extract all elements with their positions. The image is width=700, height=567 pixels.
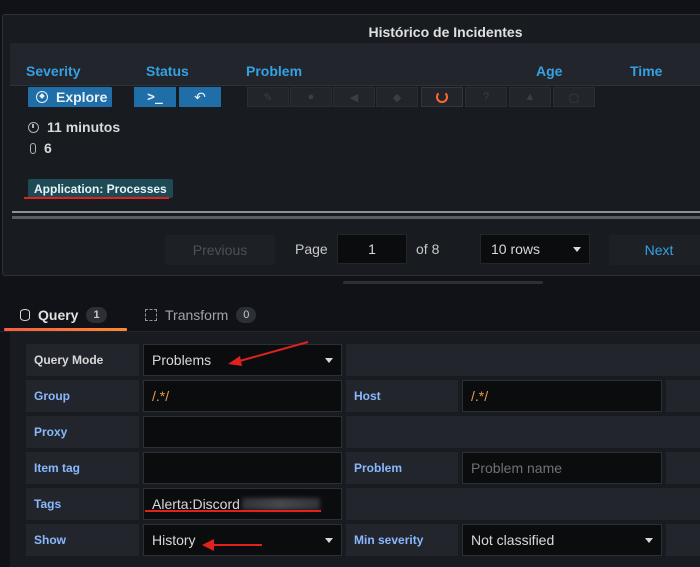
min-severity-value: Not classified [471, 532, 555, 548]
item-tag-input[interactable] [143, 452, 342, 484]
table-header: Severity Status Problem Age Time [10, 43, 700, 86]
row-filler [346, 344, 700, 376]
horizontal-scrollbar-thumb[interactable] [12, 216, 700, 219]
explore-button[interactable]: Explore [28, 87, 112, 107]
annotation-underline [145, 510, 321, 512]
wrench-icon: ✎ [263, 91, 273, 104]
page-count: of 8 [416, 241, 440, 257]
page-input[interactable]: 1 [337, 234, 407, 264]
panel-title: Histórico de Incidentes [368, 24, 523, 40]
globe-icon: ● [307, 91, 315, 103]
image-button[interactable]: ▢ [553, 87, 595, 107]
explore-label: Explore [56, 89, 108, 105]
proxy-input[interactable] [143, 416, 342, 448]
redacted-text [241, 498, 320, 510]
group-input[interactable]: /.*/ [143, 380, 342, 412]
problem-input[interactable]: Problem name [462, 452, 662, 484]
row-filler [346, 488, 700, 520]
min-severity-select[interactable]: Not classified [462, 524, 662, 556]
page-label: Page [295, 241, 328, 257]
min-severity-label: Min severity [346, 524, 458, 556]
tag-icon: ◆ [392, 91, 402, 104]
column-problem[interactable]: Problem [246, 63, 302, 79]
image-icon: ▢ [568, 91, 580, 104]
age-meta: 11 minutos [28, 119, 120, 135]
paperclip-icon [30, 142, 36, 154]
problem-placeholder: Problem name [471, 460, 563, 476]
chevron-down-icon [573, 246, 581, 252]
tab-transform-label: Transform [165, 307, 229, 323]
question-button[interactable]: ? [465, 87, 507, 107]
tags-label: Tags [26, 488, 139, 520]
column-severity[interactable]: Severity [26, 63, 80, 79]
count-text: 6 [44, 140, 52, 156]
host-input[interactable]: /.*/ [462, 380, 662, 412]
query-mode-label: Query Mode [26, 344, 139, 376]
refresh-button[interactable] [421, 87, 463, 107]
tab-query-count: 1 [86, 307, 107, 323]
column-age[interactable]: Age [536, 63, 562, 79]
row-filler [666, 524, 700, 556]
spinner-icon [436, 91, 448, 103]
chevron-down-icon [325, 357, 333, 363]
reply-icon: ↶ [194, 88, 206, 105]
bullhorn-button[interactable]: ◀ [333, 87, 375, 107]
tab-transform[interactable]: Transform 0 [145, 305, 257, 325]
wrench-button[interactable]: ✎ [247, 87, 289, 107]
globe-button[interactable]: ● [290, 87, 332, 107]
tab-query[interactable]: Query 1 [20, 305, 107, 325]
chevron-down-icon [325, 537, 333, 543]
acknowledge-button[interactable]: ↶ [179, 87, 221, 107]
tab-query-label: Query [38, 307, 79, 323]
annotation-arrow [228, 341, 309, 366]
chevron-down-icon [645, 537, 653, 543]
clock-icon [28, 121, 39, 133]
tags-input[interactable]: Alerta:Discord [143, 488, 342, 520]
age-text: 11 minutos [47, 119, 121, 135]
annotation-arrow [202, 539, 262, 551]
compass-icon [36, 91, 48, 103]
proxy-label: Proxy [26, 416, 139, 448]
rows-value: 10 rows [491, 241, 541, 257]
horizontal-scrollbar-track[interactable] [12, 211, 700, 213]
annotation-underline [24, 197, 169, 199]
bullhorn-icon: ◀ [349, 91, 359, 104]
next-button[interactable]: Next [609, 235, 700, 265]
row-filler [346, 416, 700, 448]
column-time[interactable]: Time [630, 63, 662, 79]
query-mode-value: Problems [152, 352, 212, 368]
host-label: Host [346, 380, 458, 412]
pane-resize-handle[interactable] [343, 281, 543, 284]
tag-badge[interactable]: Application: Processes [28, 179, 173, 198]
database-icon [20, 309, 30, 321]
problem-label: Problem [346, 452, 458, 484]
row-filler [666, 380, 700, 412]
item-tag-label: Item tag [26, 452, 139, 484]
row-filler [666, 452, 700, 484]
group-value: /.*/ [152, 388, 170, 404]
terminal-button[interactable]: >_ [134, 87, 176, 107]
terminal-icon: >_ [147, 89, 163, 105]
show-label: Show [26, 524, 139, 556]
tag-label: Application: Processes [34, 181, 167, 196]
host-value: /.*/ [471, 388, 489, 404]
rows-select[interactable]: 10 rows [480, 234, 590, 264]
previous-button[interactable]: Previous [165, 235, 275, 265]
warning-button[interactable]: ▲ [509, 87, 551, 107]
transform-icon [145, 309, 157, 321]
tab-transform-count: 0 [236, 307, 257, 323]
warning-icon: ▲ [524, 91, 536, 103]
show-value: History [152, 532, 196, 548]
count-meta: 6 [28, 140, 52, 156]
column-status[interactable]: Status [146, 63, 189, 79]
question-icon: ? [482, 91, 490, 103]
tag-button[interactable]: ◆ [376, 87, 418, 107]
group-label: Group [26, 380, 139, 412]
